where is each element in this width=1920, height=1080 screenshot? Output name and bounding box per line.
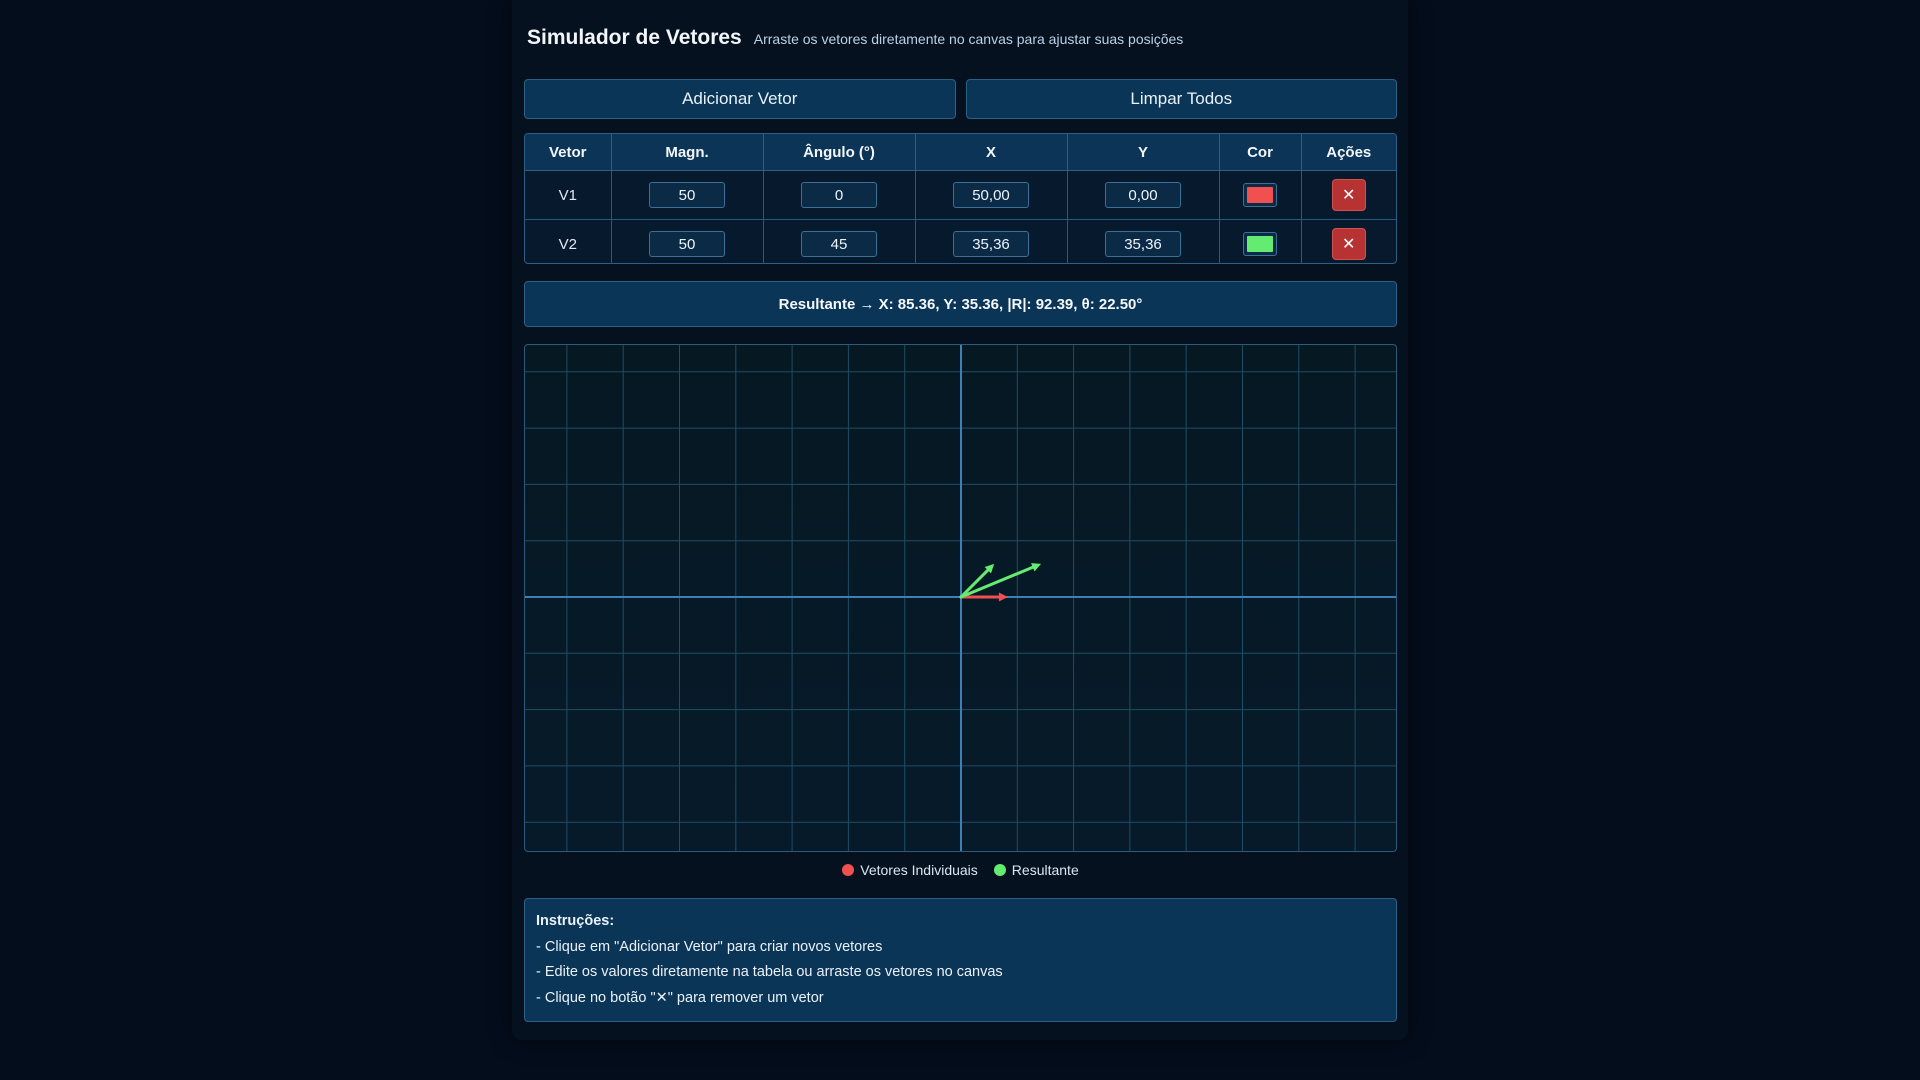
vectors-table: Vetor Magn. Ângulo (°) X Y Cor Ações V1 …: [524, 133, 1397, 264]
header-x: X: [915, 134, 1068, 171]
header-actions: Ações: [1301, 134, 1396, 171]
table-header-row: Vetor Magn. Ângulo (°) X Y Cor Ações: [525, 134, 1396, 171]
x-input[interactable]: [953, 231, 1029, 257]
clear-all-button[interactable]: Limpar Todos: [965, 79, 1397, 119]
y-input[interactable]: [1105, 182, 1181, 208]
header-magnitude: Magn.: [611, 134, 764, 171]
magnitude-cell: [611, 219, 764, 263]
magnitude-input[interactable]: [649, 182, 725, 208]
add-vector-button[interactable]: Adicionar Vetor: [524, 79, 956, 119]
red-dot-icon: [842, 864, 855, 876]
x-input[interactable]: [953, 182, 1029, 208]
actions-cell: ✕: [1301, 170, 1396, 220]
vector-name: V1: [525, 170, 612, 220]
angle-cell: [763, 219, 916, 263]
x-cell: [915, 219, 1068, 263]
color-cell: [1219, 170, 1302, 220]
close-icon: ✕: [1342, 236, 1356, 253]
actions-cell: ✕: [1301, 220, 1396, 264]
color-swatch: [1247, 187, 1273, 203]
delete-vector-button[interactable]: ✕: [1331, 228, 1366, 260]
header-angle: Ângulo (°): [763, 134, 916, 171]
instructions-title: Instruções:: [536, 913, 615, 929]
angle-cell: [763, 170, 916, 220]
legend-individual-label: Vetores Individuais: [860, 862, 978, 878]
color-cell: [1219, 219, 1302, 263]
delete-vector-button[interactable]: ✕: [1331, 179, 1366, 211]
action-buttons: Adicionar Vetor Limpar Todos: [524, 79, 1397, 119]
angle-input[interactable]: [801, 231, 877, 257]
color-picker[interactable]: [1243, 232, 1277, 256]
y-input[interactable]: [1105, 231, 1181, 257]
magnitude-input[interactable]: [649, 231, 725, 257]
legend-individual: Vetores Individuais: [842, 862, 978, 878]
resultant-summary: Resultante → X: 85.36, Y: 35.36, |R|: 92…: [524, 281, 1397, 327]
y-cell: [1067, 219, 1220, 263]
instruction-line: - Edite os valores diretamente na tabela…: [536, 964, 1003, 980]
table-row: V1 ✕: [525, 170, 1396, 220]
green-dot-icon: [993, 864, 1006, 876]
vector-canvas[interactable]: [524, 344, 1397, 852]
header-color: Cor: [1219, 134, 1302, 171]
legend: Vetores Individuais Resultante: [524, 862, 1397, 878]
vector-v1-head: [998, 592, 1008, 602]
vector-name: V2: [525, 219, 612, 263]
header-vector: Vetor: [525, 134, 612, 171]
x-cell: [915, 170, 1068, 220]
close-icon: ✕: [1342, 187, 1356, 204]
color-picker[interactable]: [1243, 183, 1277, 207]
y-cell: [1067, 170, 1220, 220]
color-swatch: [1247, 236, 1273, 252]
page-subtitle: Arraste os vetores diretamente no canvas…: [753, 31, 1184, 47]
instruction-line: - Clique no botão "✕" para remover um ve…: [536, 989, 824, 1006]
header: Simulador de Vetores Arraste os vetores …: [527, 26, 1183, 50]
table-row: V2 ✕: [525, 219, 1396, 264]
vector-plot[interactable]: [525, 345, 1396, 851]
instructions-box: Instruções: - Clique em "Adicionar Vetor…: [524, 898, 1397, 1022]
instruction-line: - Clique em "Adicionar Vetor" para criar…: [536, 938, 883, 955]
page-title: Simulador de Vetores: [527, 26, 742, 49]
angle-input[interactable]: [801, 182, 877, 208]
header-y: Y: [1067, 134, 1220, 171]
resultant-vector-line: [959, 565, 1035, 599]
legend-resultant: Resultante: [993, 862, 1079, 878]
legend-resultant-label: Resultante: [1011, 862, 1079, 878]
magnitude-cell: [611, 170, 764, 220]
